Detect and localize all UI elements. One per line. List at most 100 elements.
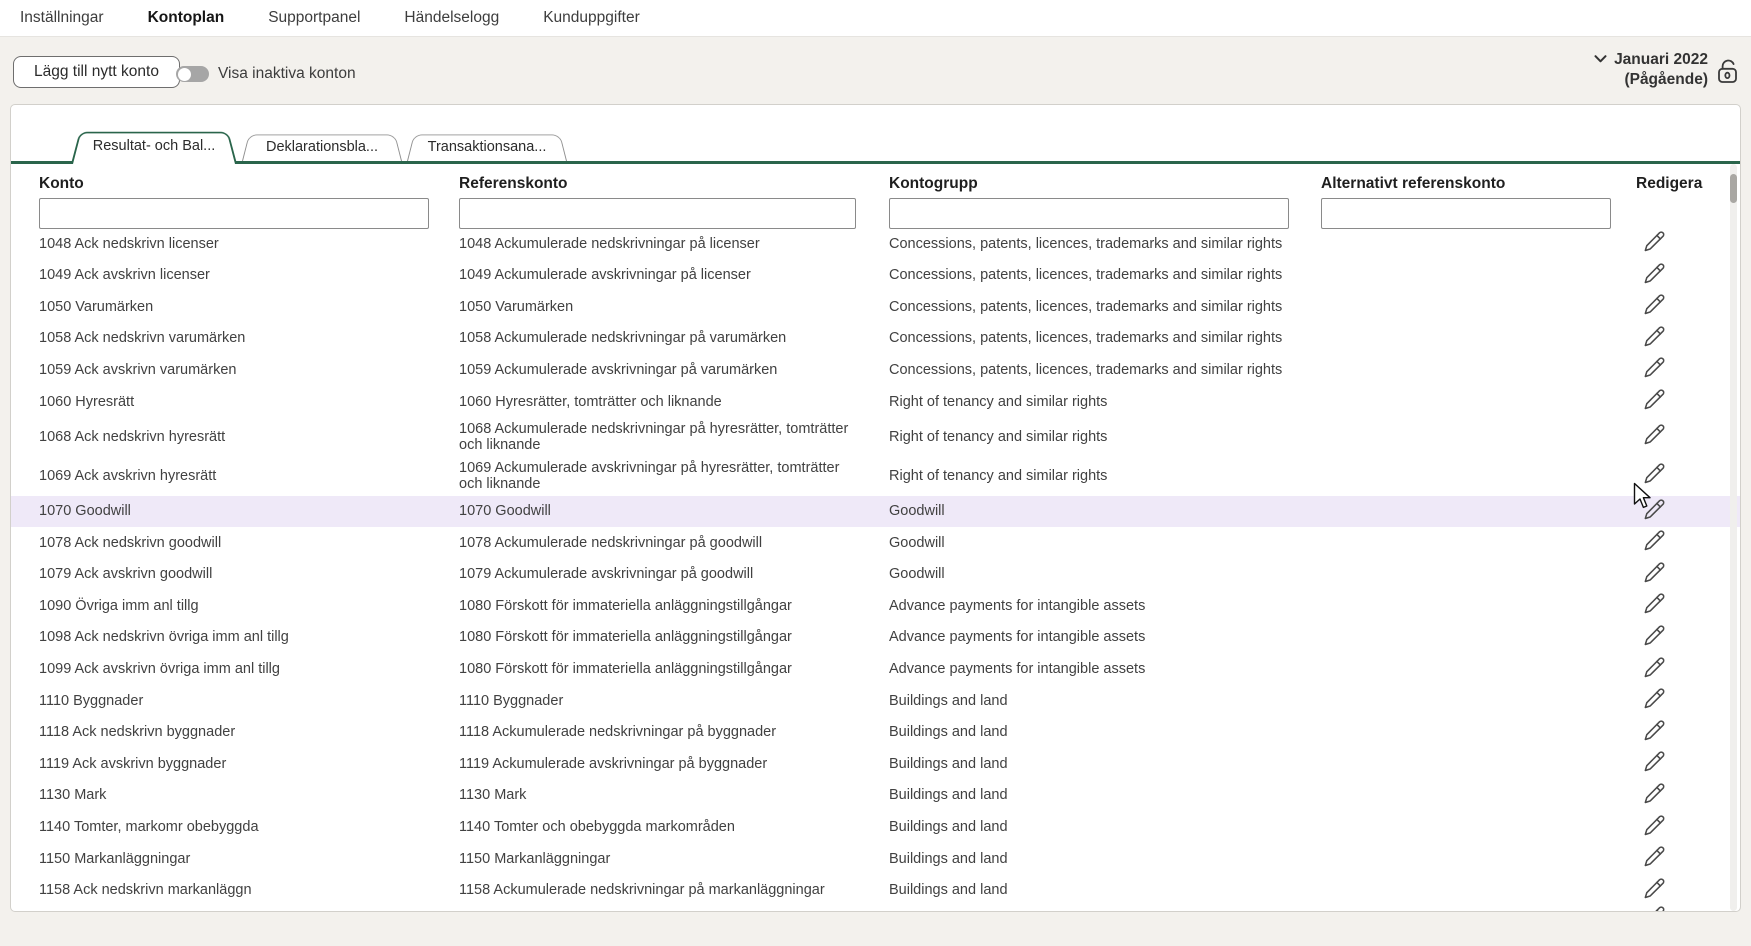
edit-pencil-icon[interactable] (1642, 718, 1667, 748)
table-row[interactable]: 1048 Ack nedskrivn licenser 1048 Ackumul… (11, 228, 1740, 260)
table-body: 1048 Ack nedskrivn licenser 1048 Ackumul… (11, 228, 1740, 906)
konto-cell: 1059 Ack avskrivn varumärken (39, 359, 459, 382)
tab[interactable]: Resultat- och Bal... (71, 128, 237, 164)
table-row[interactable]: 1079 Ack avskrivn goodwill 1079 Ackumule… (11, 559, 1740, 591)
table-row[interactable]: 1099 Ack avskrivn övriga imm anl tillg 1… (11, 654, 1740, 686)
table-row[interactable]: 1049 Ack avskrivn licenser 1049 Ackumule… (11, 260, 1740, 292)
add-account-button[interactable]: Lägg till nytt konto (13, 56, 180, 88)
referenskonto-cell: 1080 Förskott för immateriella anläggnin… (459, 626, 889, 649)
edit-pencil-icon[interactable] (1642, 292, 1667, 322)
table-row[interactable]: 1098 Ack nedskrivn övriga imm anl tillg … (11, 622, 1740, 654)
konto-cell: 1118 Ack nedskrivn byggnader (39, 721, 459, 744)
konto-cell: 1150 Markanläggningar (39, 848, 459, 871)
table-row[interactable]: 1058 Ack nedskrivn varumärken 1058 Ackum… (11, 323, 1740, 355)
edit-pencil-icon[interactable] (1642, 560, 1667, 590)
kontogrupp-cell: Concessions, patents, licences, trademar… (889, 359, 1321, 382)
kontogrupp-cell: Goodwill (889, 500, 1321, 523)
tab-label: Deklarationsbla... (266, 139, 378, 155)
scrollbar-track[interactable] (1730, 164, 1737, 911)
kontogrupp-cell: Right of tenancy and similar rights (889, 391, 1321, 414)
lock-open-icon[interactable] (1715, 57, 1741, 90)
edit-pencil-icon[interactable] (1642, 876, 1667, 906)
referenskonto-cell: 1150 Markanläggningar (459, 848, 889, 871)
referenskonto-cell: 1059 Ackumulerade avskrivningar på varum… (459, 359, 889, 382)
edit-pencil-icon[interactable] (1642, 904, 1667, 912)
table-row[interactable]: 1090 Övriga imm anl tillg 1080 Förskott … (11, 590, 1740, 622)
kontogrupp-cell: Goodwill (889, 563, 1321, 586)
tab[interactable]: Transaktionsana... (407, 132, 567, 161)
edit-pencil-icon[interactable] (1642, 591, 1667, 621)
referenskonto-cell: 1050 Varumärken (459, 296, 889, 319)
alt-referenskonto-cell (1321, 399, 1636, 405)
kontogrupp-cell: Concessions, patents, licences, trademar… (889, 327, 1321, 350)
edit-pencil-icon[interactable] (1642, 497, 1667, 527)
kontogrupp-cell: Buildings and land (889, 690, 1321, 713)
nav-item-inställningar[interactable]: Inställningar (20, 9, 104, 27)
toolbar: Lägg till nytt konto Visa inaktiva konto… (0, 38, 1751, 104)
column-header-konto: Konto (39, 175, 459, 193)
alt-referenskonto-cell (1321, 473, 1636, 479)
table-row[interactable]: 1078 Ack nedskrivn goodwill 1078 Ackumul… (11, 527, 1740, 559)
kontogrupp-cell: Advance payments for intangible assets (889, 626, 1321, 649)
edit-pencil-icon[interactable] (1642, 781, 1667, 811)
chevron-down-icon[interactable] (1594, 50, 1607, 67)
period-selector[interactable]: Januari 2022 (Pågående) (1594, 50, 1708, 89)
table-row[interactable]: 1068 Ack nedskrivn hyresrätt 1068 Ackumu… (11, 418, 1740, 457)
nav-item-kunduppgifter[interactable]: Kunduppgifter (543, 9, 640, 27)
table-row[interactable]: 1158 Ack nedskrivn markanläggn 1158 Acku… (11, 875, 1740, 907)
edit-pencil-icon[interactable] (1642, 844, 1667, 874)
table-row[interactable]: 1060 Hyresrätt 1060 Hyresrätter, tomträt… (11, 386, 1740, 418)
edit-pencil-icon[interactable] (1642, 813, 1667, 843)
alt-referenskonto-filter-input[interactable] (1321, 198, 1611, 229)
tab[interactable]: Deklarationsbla... (242, 132, 402, 161)
table-row[interactable]: 1118 Ack nedskrivn byggnader 1118 Ackumu… (11, 717, 1740, 749)
table-row[interactable]: 1150 Markanläggningar 1150 Markanläggnin… (11, 843, 1740, 875)
edit-pencil-icon[interactable] (1642, 422, 1667, 452)
edit-pencil-icon[interactable] (1642, 229, 1667, 259)
nav-item-händelselogg[interactable]: Händelselogg (404, 9, 499, 27)
nav-item-kontoplan[interactable]: Kontoplan (148, 9, 225, 27)
table-row[interactable]: 1070 Goodwill 1070 Goodwill Goodwill (11, 496, 1740, 528)
alt-referenskonto-cell (1321, 603, 1636, 609)
table-header-row: Konto Referenskonto Kontogrupp Alternati… (11, 175, 1740, 193)
referenskonto-cell: 1080 Förskott för immateriella anläggnin… (459, 658, 889, 681)
table-row[interactable]: 1059 Ack avskrivn varumärken 1059 Ackumu… (11, 354, 1740, 386)
alt-referenskonto-cell (1321, 793, 1636, 799)
konto-cell: 1069 Ack avskrivn hyresrätt (39, 465, 459, 488)
column-header-kontogrupp: Kontogrupp (889, 175, 1321, 193)
konto-filter-input[interactable] (39, 198, 429, 229)
alt-referenskonto-cell (1321, 272, 1636, 278)
table-row[interactable]: 1110 Byggnader 1110 Byggnader Buildings … (11, 685, 1740, 717)
edit-pencil-icon[interactable] (1642, 355, 1667, 385)
kontogrupp-filter-input[interactable] (889, 198, 1289, 229)
kontogrupp-cell: Advance payments for intangible assets (889, 595, 1321, 618)
referenskonto-filter-input[interactable] (459, 198, 856, 229)
edit-pencil-icon[interactable] (1642, 623, 1667, 653)
show-inactive-toggle[interactable] (176, 66, 209, 82)
alt-referenskonto-cell (1321, 730, 1636, 736)
table-row[interactable]: 1069 Ack avskrivn hyresrätt 1069 Ackumul… (11, 457, 1740, 496)
table-row[interactable]: 1119 Ack avskrivn byggnader 1119 Ackumul… (11, 748, 1740, 780)
edit-pencil-icon[interactable] (1642, 655, 1667, 685)
nav-item-supportpanel[interactable]: Supportpanel (268, 9, 360, 27)
kontogrupp-cell: Concessions, patents, licences, trademar… (889, 233, 1321, 256)
table-row[interactable]: 1050 Varumärken 1050 Varumärken Concessi… (11, 291, 1740, 323)
alt-referenskonto-cell (1321, 508, 1636, 514)
kontogrupp-cell: Goodwill (889, 532, 1321, 555)
kontogrupp-cell: Buildings and land (889, 879, 1321, 902)
referenskonto-cell: 1080 Förskott för immateriella anläggnin… (459, 595, 889, 618)
edit-pencil-icon[interactable] (1642, 324, 1667, 354)
kontogrupp-cell: Concessions, patents, licences, trademar… (889, 296, 1321, 319)
scrollbar-thumb[interactable] (1730, 174, 1737, 203)
alt-referenskonto-cell (1321, 241, 1636, 247)
edit-pencil-icon[interactable] (1642, 261, 1667, 291)
edit-pencil-icon[interactable] (1642, 749, 1667, 779)
edit-pencil-icon[interactable] (1642, 387, 1667, 417)
edit-pencil-icon[interactable] (1642, 528, 1667, 558)
kontogrupp-cell: Advance payments for intangible assets (889, 658, 1321, 681)
table-row[interactable]: 1140 Tomter, markomr obebyggda 1140 Tomt… (11, 812, 1740, 844)
edit-pencil-icon[interactable] (1642, 686, 1667, 716)
table-row[interactable]: 1130 Mark 1130 Mark Buildings and land (11, 780, 1740, 812)
edit-pencil-icon[interactable] (1642, 461, 1667, 491)
referenskonto-cell: 1069 Ackumulerade avskrivningar på hyres… (459, 457, 889, 496)
